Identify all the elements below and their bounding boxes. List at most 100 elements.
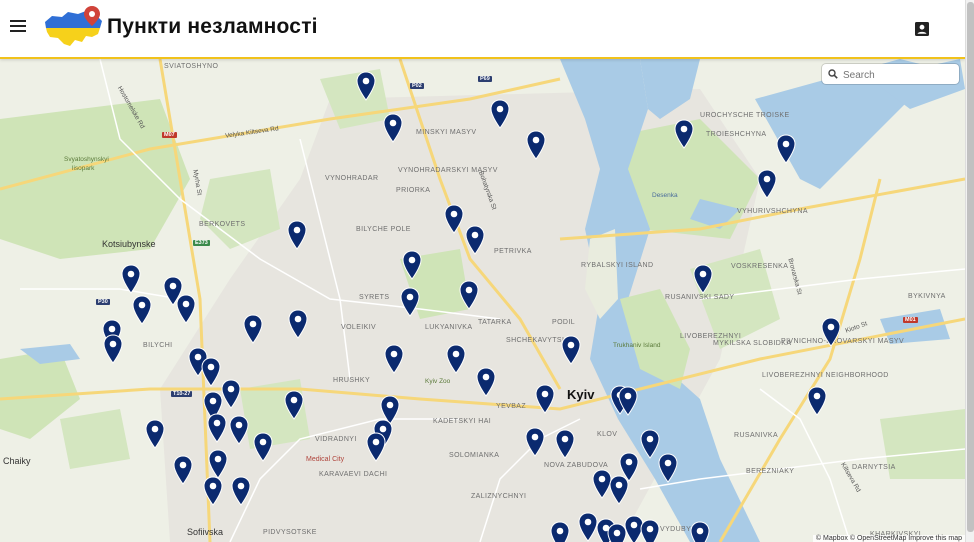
district-label: KARAVAEVI DACHI xyxy=(319,471,388,478)
district-label: VOLEIKIV xyxy=(341,324,377,331)
district-label: PIDVYSOTSKE xyxy=(263,529,317,536)
district-label: MYKILSKA SLOBIDKA xyxy=(713,340,792,347)
location-marker-icon[interactable] xyxy=(400,287,420,317)
location-marker-icon[interactable] xyxy=(284,390,304,420)
district-label: RUSANIVSKI SADY xyxy=(665,294,735,301)
location-marker-icon[interactable] xyxy=(356,71,376,101)
road-shield: P69 xyxy=(478,76,492,82)
location-marker-icon[interactable] xyxy=(550,521,570,542)
district-label: BILYCHI xyxy=(143,342,173,349)
location-marker-icon[interactable] xyxy=(145,419,165,449)
district-label: LIVOBEREZHNYI xyxy=(680,333,742,340)
district-label: PIVNICHNO-BROVARSKYI MASYV xyxy=(781,338,905,345)
location-marker-icon[interactable] xyxy=(561,335,581,365)
location-marker-icon[interactable] xyxy=(821,317,841,347)
location-marker-icon[interactable] xyxy=(288,309,308,339)
location-marker-icon[interactable] xyxy=(229,415,249,445)
location-marker-icon[interactable] xyxy=(535,384,555,414)
location-marker-icon[interactable] xyxy=(465,225,485,255)
district-label: DARNYTSIA xyxy=(852,464,896,471)
scrollbar[interactable] xyxy=(965,0,974,542)
search-icon xyxy=(828,69,838,79)
location-marker-icon[interactable] xyxy=(640,519,660,542)
district-label: HRUSHKY xyxy=(333,377,371,384)
district-label: PODIL xyxy=(552,319,576,326)
location-marker-icon[interactable] xyxy=(201,357,221,387)
park-label: Svyatoshynskyi xyxy=(64,156,109,163)
district-label: BILYCHE POLE xyxy=(356,226,411,233)
district-label: KADETSKYI HAI xyxy=(433,418,492,425)
location-marker-icon[interactable] xyxy=(173,455,193,485)
search-input[interactable] xyxy=(841,66,955,84)
location-marker-icon[interactable] xyxy=(555,429,575,459)
location-marker-icon[interactable] xyxy=(658,453,678,483)
location-marker-icon[interactable] xyxy=(208,449,228,479)
map-attribution[interactable]: © Mapbox © OpenStreetMap Improve this ma… xyxy=(812,535,965,542)
location-marker-icon[interactable] xyxy=(384,344,404,374)
location-marker-icon[interactable] xyxy=(207,413,227,443)
district-label: NOVA ZABUDOVA xyxy=(544,462,609,469)
location-marker-icon[interactable] xyxy=(476,367,496,397)
location-marker-icon[interactable] xyxy=(221,379,241,409)
location-marker-icon[interactable] xyxy=(253,432,273,462)
map-view[interactable]: SVIATOSHYNO MINSKYI MASYV VYNOHRADAR VYN… xyxy=(0,59,965,542)
location-marker-icon[interactable] xyxy=(243,314,263,344)
location-marker-icon[interactable] xyxy=(383,113,403,143)
district-label: RUSANIVKA xyxy=(734,432,779,439)
location-marker-icon[interactable] xyxy=(121,264,141,294)
location-marker-icon[interactable] xyxy=(526,130,546,160)
location-marker-icon[interactable] xyxy=(444,204,464,234)
location-marker-icon[interactable] xyxy=(640,429,660,459)
district-label: SOLOMIANKA xyxy=(449,452,500,459)
location-marker-icon[interactable] xyxy=(459,280,479,310)
district-label: LUKYANIVKA xyxy=(425,324,473,331)
road-shield: E373 xyxy=(193,240,210,246)
district-label: VYHURIVSHCHYNA xyxy=(737,208,808,215)
district-label: TATARKA xyxy=(478,319,512,326)
account-box-icon[interactable] xyxy=(914,21,930,37)
location-marker-icon[interactable] xyxy=(132,295,152,325)
town-label: Kotsiubynske xyxy=(102,239,156,249)
town-label: Sofiivska xyxy=(187,527,224,537)
location-marker-icon[interactable] xyxy=(103,334,123,364)
district-label: LIVOBEREZHNYI NEIGHBORHOOD xyxy=(762,372,889,379)
location-marker-icon[interactable] xyxy=(776,134,796,164)
district-label: MINSKYI MASYV xyxy=(416,129,477,136)
district-label: BYKIVNYA xyxy=(908,293,946,300)
location-marker-icon[interactable] xyxy=(618,386,638,416)
road-shield: T10-27 xyxy=(171,391,193,397)
menu-icon[interactable] xyxy=(10,20,26,34)
location-marker-icon[interactable] xyxy=(231,476,251,506)
location-marker-icon[interactable] xyxy=(690,521,710,542)
location-marker-icon[interactable] xyxy=(609,475,629,505)
location-marker-icon[interactable] xyxy=(674,119,694,149)
location-marker-icon[interactable] xyxy=(490,99,510,129)
district-label: KLOV xyxy=(597,431,618,438)
district-label: TROIESHCHYNA xyxy=(706,131,767,138)
district-label: UROCHYSCHE TROISKE xyxy=(700,112,790,119)
scroll-thumb[interactable] xyxy=(967,2,974,532)
park-label: lisopark xyxy=(72,165,95,172)
district-label: BERKOVETS xyxy=(199,221,246,228)
location-marker-icon[interactable] xyxy=(757,169,777,199)
road-shield: P30 xyxy=(96,299,110,305)
road-shield: P02 xyxy=(410,83,424,89)
location-marker-icon[interactable] xyxy=(176,294,196,324)
district-label: VYNOHRADAR xyxy=(325,175,379,182)
location-marker-icon[interactable] xyxy=(287,220,307,250)
page-title: Пункти незламності xyxy=(107,15,318,38)
location-marker-icon[interactable] xyxy=(578,512,598,542)
app-bar: Пункти незламності xyxy=(0,0,965,59)
medical-city-label: Medical City xyxy=(306,456,345,463)
search-box[interactable] xyxy=(822,64,959,84)
district-label: SVIATOSHYNO xyxy=(164,63,219,70)
location-marker-icon[interactable] xyxy=(446,344,466,374)
location-marker-icon[interactable] xyxy=(203,476,223,506)
location-marker-icon[interactable] xyxy=(366,432,386,462)
location-marker-icon[interactable] xyxy=(693,264,713,294)
location-marker-icon[interactable] xyxy=(402,250,422,280)
road-shield: M01 xyxy=(903,317,918,323)
town-label: Chaiky xyxy=(3,456,31,466)
location-marker-icon[interactable] xyxy=(807,386,827,416)
location-marker-icon[interactable] xyxy=(525,427,545,457)
